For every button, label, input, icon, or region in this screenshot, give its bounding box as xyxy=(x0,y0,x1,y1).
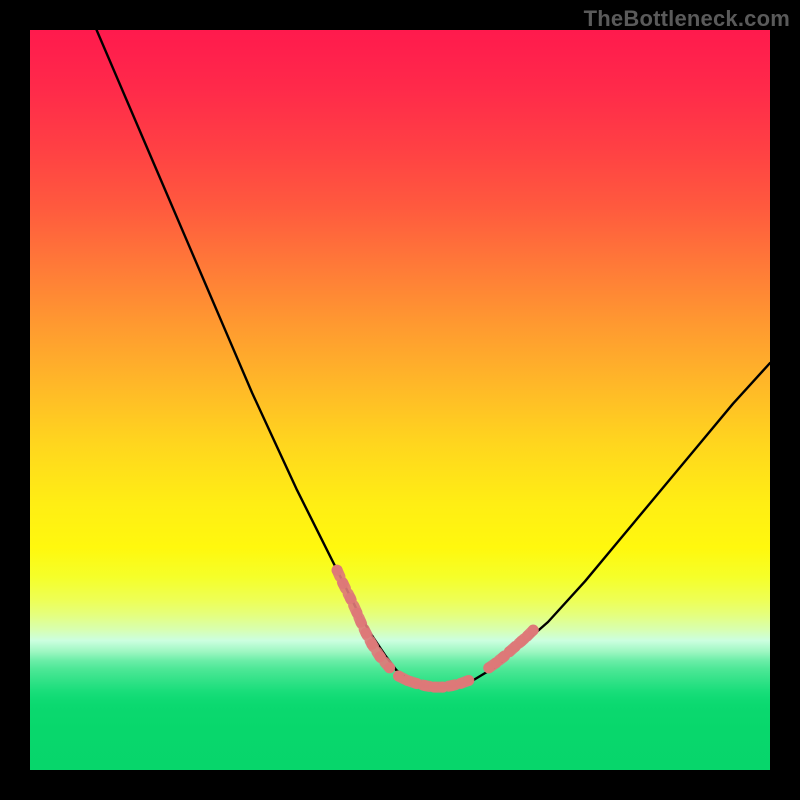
left-dot-band-dot xyxy=(375,651,386,662)
right-dot-band-dot xyxy=(528,625,539,636)
left-dot-band-dot xyxy=(332,565,343,576)
left-dot-band-dot xyxy=(355,617,366,628)
left-dot-band-dot xyxy=(345,593,356,604)
bottleneck-curve-path xyxy=(97,30,770,688)
bottom-dot-band-dot xyxy=(463,675,474,686)
plot-area xyxy=(30,30,770,770)
chart-frame: TheBottleneck.com xyxy=(0,0,800,800)
left-dot-band-dot xyxy=(338,578,349,589)
curve-layer xyxy=(97,30,770,688)
left-dot-band-dot xyxy=(384,662,395,673)
dots-layer xyxy=(332,565,539,693)
left-dot-band-dot xyxy=(366,639,377,650)
left-dot-band-dot xyxy=(360,628,371,639)
chart-svg xyxy=(30,30,770,770)
watermark-text: TheBottleneck.com xyxy=(584,6,790,32)
